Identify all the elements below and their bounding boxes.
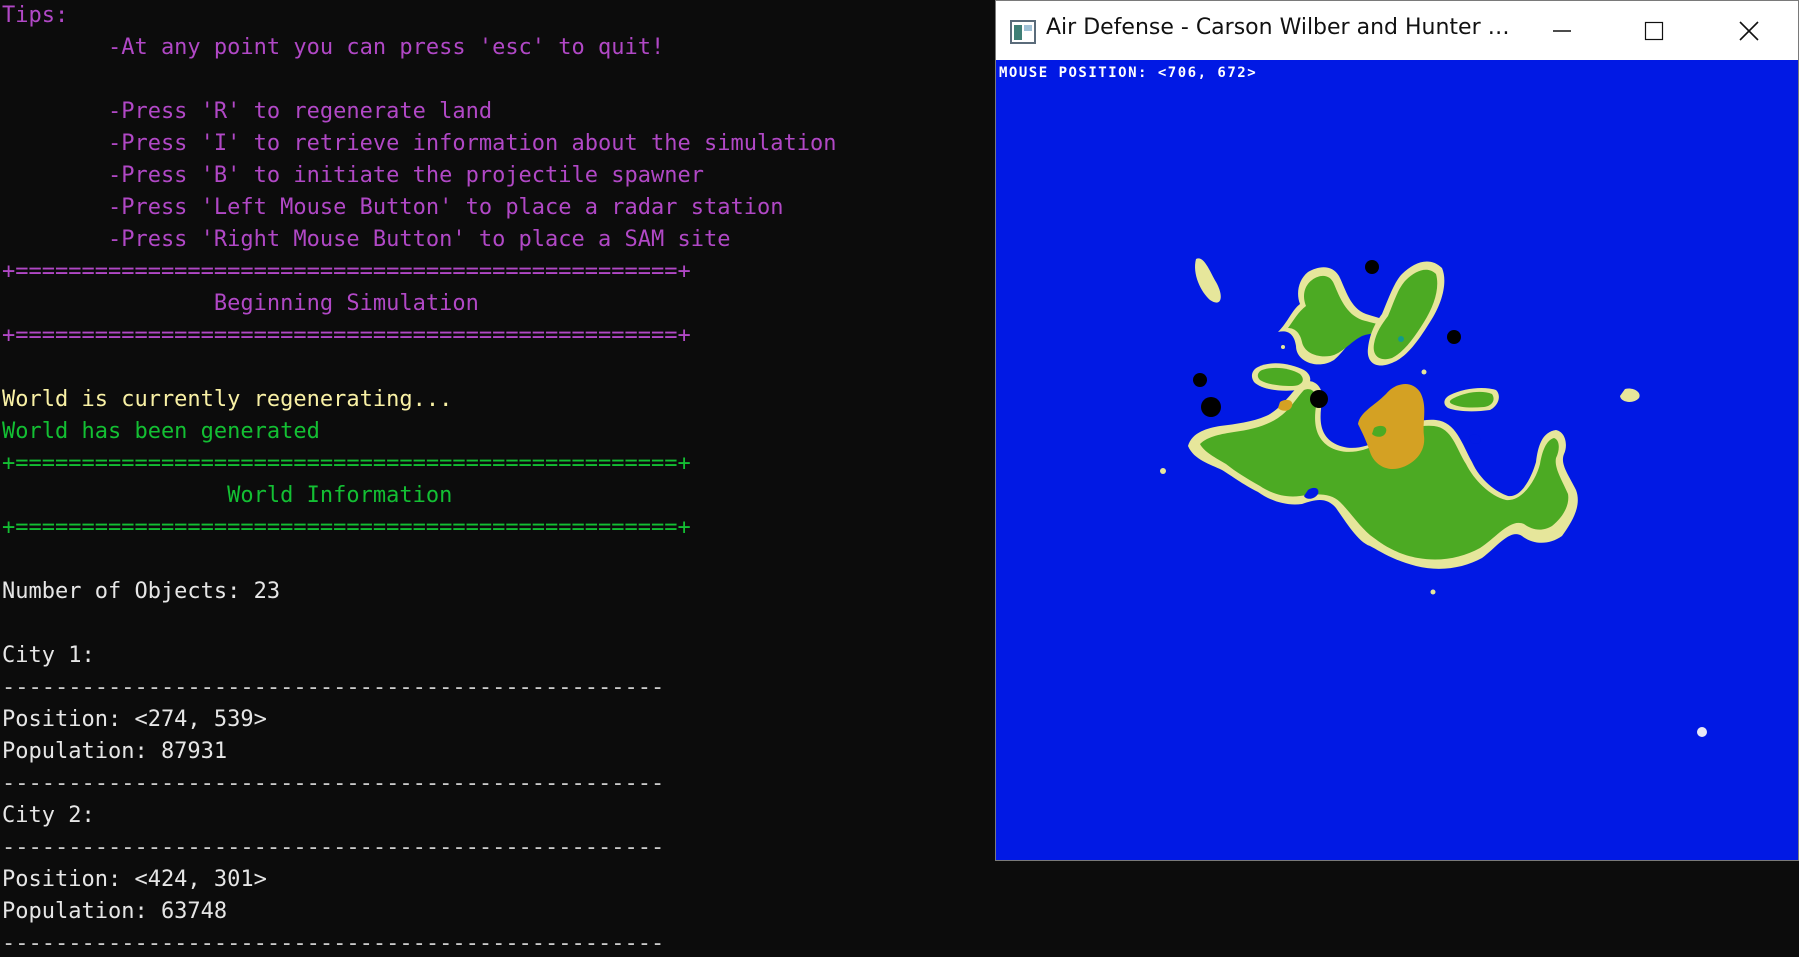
lake [1469,434,1481,444]
console-line: Number of Objects: 23 [2,579,281,604]
console-line: City 1: [2,643,95,668]
console-line: ----------------------------------------… [2,675,665,700]
console-line: +=======================================… [2,451,691,476]
simulation-canvas[interactable]: MOUSE POSITION: <706, 672> [996,60,1798,860]
islet [1195,258,1221,303]
window-app-icon [1010,20,1036,44]
console-line: Beginning Simulation [2,291,479,316]
console-line: ----------------------------------------… [2,931,665,956]
islet [1281,345,1285,349]
console-line: Position: <424, 301> [2,867,267,892]
maximize-icon [1644,21,1664,40]
islet [1430,589,1436,595]
projectile [1697,727,1707,737]
islet [1421,369,1427,375]
console-line: +=======================================… [2,259,691,284]
city-marker[interactable] [1201,397,1221,417]
console-line: Tips: [2,3,69,28]
console-line: -Press 'Right Mouse Button' to place a S… [2,227,731,252]
title-bar[interactable]: Air Defense - Carson Wilber and Hunter W… [996,1,1798,60]
window-title: Air Defense - Carson Wilber and Hunter W… [1046,15,1516,40]
island-map[interactable] [996,60,1798,860]
console-line: World is currently regenerating... [2,387,453,412]
console-output: Tips: -At any point you can press 'esc' … [0,0,1002,957]
city-marker[interactable] [1310,390,1328,408]
city-marker[interactable] [1193,373,1207,387]
city-marker[interactable] [1447,330,1461,344]
console-line: Position: <274, 539> [2,707,267,732]
console-line: -Press 'R' to regenerate land [2,99,493,124]
console-line: -At any point you can press 'esc' to qui… [2,35,665,60]
console-line: ----------------------------------------… [2,835,665,860]
console-line: Population: 87931 [2,739,228,764]
console-line: +=======================================… [2,515,691,540]
close-icon [1739,20,1759,41]
console-line: World has been generated [2,419,320,444]
console-line: -Press 'B' to initiate the projectile sp… [2,163,704,188]
minimize-icon [1553,29,1571,32]
mouse-position-readout: MOUSE POSITION: <706, 672> [999,65,1258,81]
console-line: World Information [2,483,453,508]
minimize-button[interactable] [1516,1,1608,60]
islet [1620,388,1640,402]
console-line: ----------------------------------------… [2,771,665,796]
console-line: -Press 'Left Mouse Button' to place a ra… [2,195,784,220]
maximize-button[interactable] [1608,1,1700,60]
console-line: -Press 'I' to retrieve information about… [2,131,837,156]
console-line: City 2: [2,803,95,828]
pond [1398,336,1404,342]
city-marker[interactable] [1365,260,1379,274]
close-button[interactable] [1700,1,1798,60]
console-line: Population: 63748 [2,899,228,924]
islet [1160,468,1166,474]
console-line: +=======================================… [2,323,691,348]
air-defense-window[interactable]: Air Defense - Carson Wilber and Hunter W… [995,0,1799,861]
